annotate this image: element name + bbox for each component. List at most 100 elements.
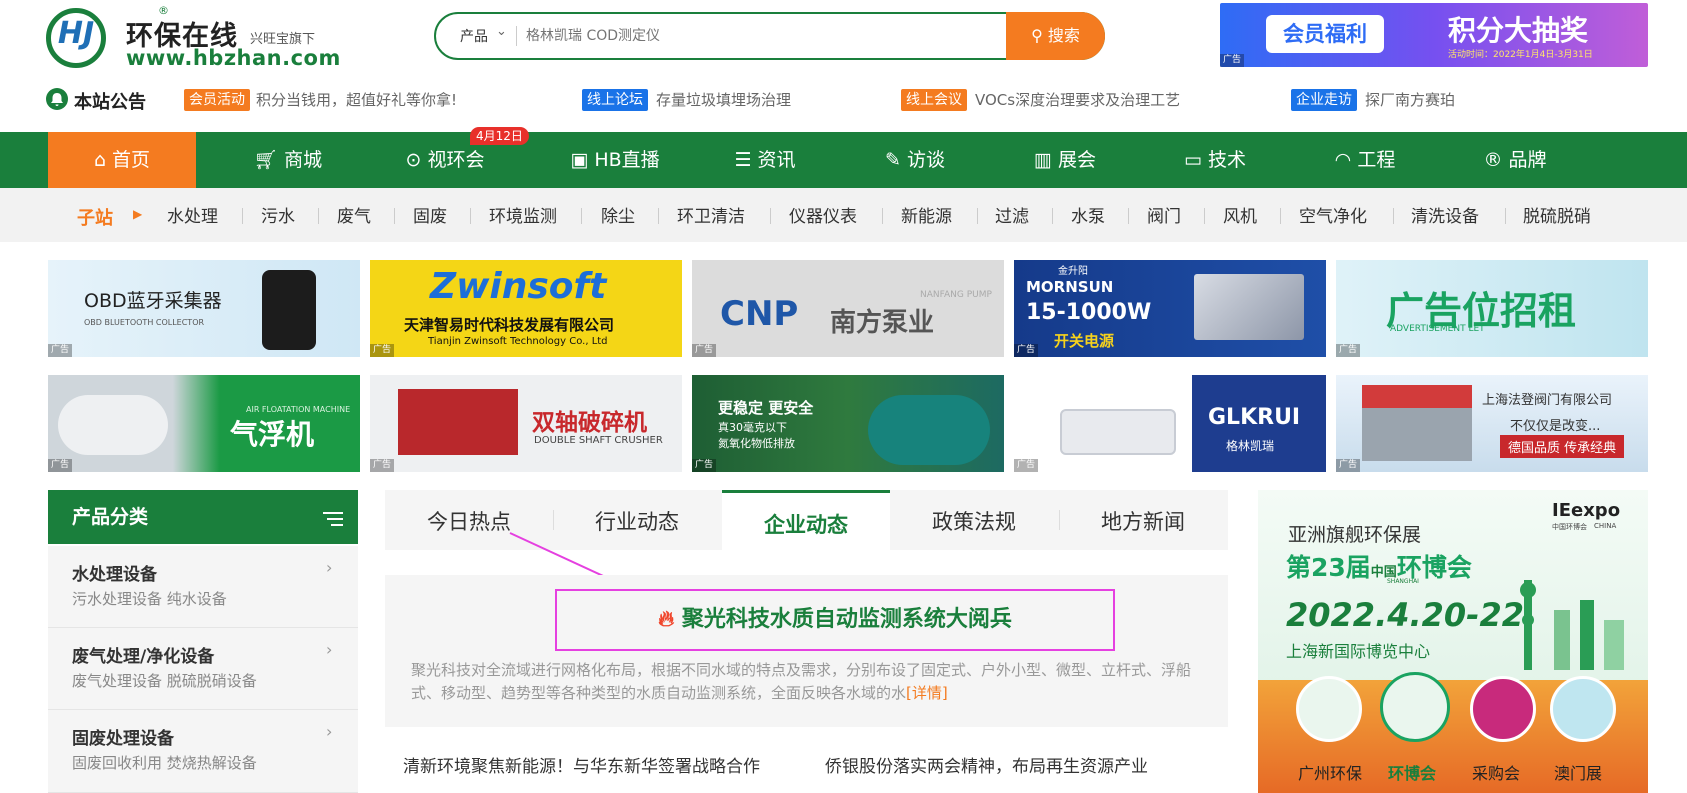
notice-tag[interactable]: 企业走访: [1291, 89, 1357, 111]
tab-enterprise[interactable]: 企业动态: [722, 490, 890, 550]
chevron-down-icon[interactable]: ⌄: [496, 24, 507, 39]
site-logo[interactable]: HJ ® 环保在线 兴旺宝旗下 www.hbzhan.com: [46, 4, 340, 70]
ad-banner-shredder[interactable]: 双轴破碎机 DOUBLE SHAFT CRUSHER 广告: [370, 375, 682, 472]
expo-link[interactable]: 澳门展: [1554, 760, 1602, 784]
substation-link[interactable]: 水泵: [1071, 202, 1105, 227]
search-category-select[interactable]: 产品: [460, 26, 488, 46]
category-item-subs[interactable]: 固废回收利用 焚烧热解设备: [72, 752, 257, 773]
expo-edition: 第23届中国环博会: [1286, 548, 1472, 584]
expo-brand-sub: 中国环博会: [1552, 523, 1587, 531]
divider: [977, 208, 978, 224]
substation-link[interactable]: 脱硫脱硝: [1523, 202, 1591, 227]
ad-banner-obd[interactable]: OBD蓝牙采集器 OBD BLUETOOTH COLLECTOR 广告: [48, 260, 360, 357]
divider: [242, 208, 243, 224]
logo-mark: HJ: [57, 16, 95, 51]
expo-link[interactable]: 广州环保: [1298, 760, 1362, 784]
ad-banner-cnp[interactable]: CNP 南方泵业 NANFANG PUMP 广告: [692, 260, 1004, 357]
expo-tagline: 亚洲旗舰环保展: [1288, 524, 1422, 546]
chevron-right-icon: ›: [326, 558, 333, 577]
category-header: 产品分类: [48, 490, 358, 544]
substation-link[interactable]: 清洗设备: [1411, 202, 1479, 227]
search-button[interactable]: ⚲ 搜索: [1006, 12, 1105, 60]
expo-link[interactable]: 环博会: [1388, 760, 1436, 784]
cart-icon: 🛒︎: [253, 149, 279, 171]
ad-subtitle: 南方泵业: [830, 308, 935, 338]
substation-link[interactable]: 除尘: [601, 202, 635, 227]
substation-link[interactable]: 废气: [337, 202, 371, 227]
top-ad-date: 活动时间：2022年1月4日-3月31日: [1448, 50, 1593, 60]
ad-banner-mornsun[interactable]: 金升阳 MORNSUN 15-1000W 开关电源 广告: [1014, 260, 1326, 357]
category-item[interactable]: 水处理设备 污水处理设备 纯水设备 ›: [48, 546, 358, 628]
ad-slogan: 德国品质 传承经典: [1500, 435, 1625, 458]
substation-link[interactable]: 过滤: [995, 202, 1029, 227]
ad-subtitle-en: Tianjin Zwinsoft Technology Co., Ltd: [428, 336, 608, 347]
chevron-right-icon: ›: [326, 722, 333, 741]
nav-item-exhibition[interactable]: ▥ 展会: [990, 132, 1140, 188]
substation-link[interactable]: 环卫清洁: [677, 202, 745, 227]
expo-icon: ▥: [1033, 149, 1052, 171]
substation-link[interactable]: 污水: [261, 202, 295, 227]
substation-link[interactable]: 环境监测: [489, 202, 557, 227]
equipment-image: [868, 395, 990, 465]
substation-link[interactable]: 新能源: [901, 202, 952, 227]
menu-icon[interactable]: [323, 511, 343, 526]
notice-tag[interactable]: 线上论坛: [582, 89, 648, 111]
news-icon: ☰: [734, 149, 752, 171]
tab-local[interactable]: 地方新闻: [1059, 490, 1227, 550]
ad-brand-cn: 金升阳: [1058, 266, 1088, 277]
category-item[interactable]: 废气处理/净化设备 废气处理设备 脱硫脱硝设备 ›: [48, 628, 358, 710]
top-banner-ad[interactable]: 会员福利 积分大抽奖 活动时间：2022年1月4日-3月31日 广告: [1220, 3, 1648, 67]
ad-subtitle: 15-1000W: [1026, 300, 1152, 325]
ad-banner-rental[interactable]: 广告位招租 ADVERTISEMENT LET 广告: [1336, 260, 1648, 357]
notice-link[interactable]: VOCs深度治理要求及治理工艺: [975, 89, 1180, 111]
nav-item-home[interactable]: ⌂ 首页: [48, 132, 196, 188]
notice-link[interactable]: 存量垃圾填埋场治理: [656, 89, 791, 111]
featured-headline[interactable]: 🔥︎ 聚光科技水质自动监测系统大阅兵: [557, 591, 1113, 649]
nav-item-news[interactable]: ☰ 资讯: [690, 132, 840, 188]
nav-date-badge: 4月12日: [470, 127, 529, 145]
divider: [581, 208, 582, 224]
expo-thumb-active[interactable]: [1380, 672, 1450, 742]
top-ad-right-text: 积分大抽奖: [1448, 14, 1589, 47]
ad-tag: 广告: [1220, 54, 1245, 67]
category-item[interactable]: 固废处理设备 固废回收利用 焚烧热解设备 ›: [48, 710, 358, 793]
expo-thumb[interactable]: [1550, 676, 1616, 742]
substation-link[interactable]: 固废: [413, 202, 447, 227]
news-link[interactable]: 侨银股份落实两会精神，布局再生资源产业: [825, 752, 1148, 777]
expo-thumb[interactable]: [1470, 676, 1536, 742]
ad-banner-zwinsoft[interactable]: Zwinsoft 天津智易时代科技发展有限公司 Tianjin Zwinsoft…: [370, 260, 682, 357]
substation-link[interactable]: 空气净化: [1299, 202, 1367, 227]
headline-highlight-box: 🔥︎ 聚光科技水质自动监测系统大阅兵: [555, 589, 1115, 651]
ad-banner-air-flotation[interactable]: AIR FLOATATION MACHINE 气浮机 广告: [48, 375, 360, 472]
tab-policy[interactable]: 政策法规: [890, 490, 1058, 550]
nav-item-engineering[interactable]: ◠ 工程: [1290, 132, 1440, 188]
expo-banner[interactable]: IEexpo 中国环博会 CHINA 亚洲旗舰环保展 第23届中国环博会 SHA…: [1258, 490, 1648, 793]
category-item-subs[interactable]: 废气处理设备 脱硫脱硝设备: [72, 670, 257, 691]
expo-link[interactable]: 采购会: [1472, 760, 1520, 784]
notice-tag[interactable]: 会员活动: [184, 89, 250, 111]
notice-tag[interactable]: 线上会议: [901, 89, 967, 111]
substation-link[interactable]: 风机: [1223, 202, 1257, 227]
nav-item-live[interactable]: ▣ HB直播: [540, 132, 690, 188]
notice-link[interactable]: 探厂南方赛珀: [1365, 89, 1455, 111]
expo-brand: IEexpo: [1552, 500, 1621, 521]
helmet-icon: ◠: [1334, 149, 1352, 171]
ad-banner-panda[interactable]: 更稳定 更安全 真30毫克以下 氮氧化物低排放 广告: [692, 375, 1004, 472]
ad-banner-glkrui[interactable]: GLKRUI 格林凯瑞 广告: [1014, 375, 1326, 472]
news-link[interactable]: 清新环境聚焦新能源！与华东新华签署战略合作: [403, 752, 760, 777]
details-link[interactable]: [详情]: [906, 684, 948, 702]
bell-icon: [46, 88, 68, 110]
nav-item-interview[interactable]: ✎ 访谈: [840, 132, 990, 188]
nav-item-brand[interactable]: ® 品牌: [1440, 132, 1590, 188]
nav-item-mall[interactable]: 🛒︎ 商城: [218, 132, 358, 188]
substation-link[interactable]: 阀门: [1147, 202, 1181, 227]
ad-title: CNP: [720, 294, 799, 334]
expo-thumb[interactable]: [1296, 676, 1362, 742]
substation-link[interactable]: 水处理: [167, 202, 218, 227]
ad-banner-valve[interactable]: 上海法登阀门有限公司 不仅仅是改变... 德国品质 传承经典 广告: [1336, 375, 1648, 472]
category-item-subs[interactable]: 污水处理设备 纯水设备: [72, 588, 227, 609]
notice-link[interactable]: 积分当钱用，超值好礼等你拿!: [256, 89, 457, 111]
nav-item-tech[interactable]: ▭ 技术: [1140, 132, 1290, 188]
ad-subtitle: 真30毫克以下: [718, 421, 787, 434]
substation-link[interactable]: 仪器仪表: [789, 202, 857, 227]
